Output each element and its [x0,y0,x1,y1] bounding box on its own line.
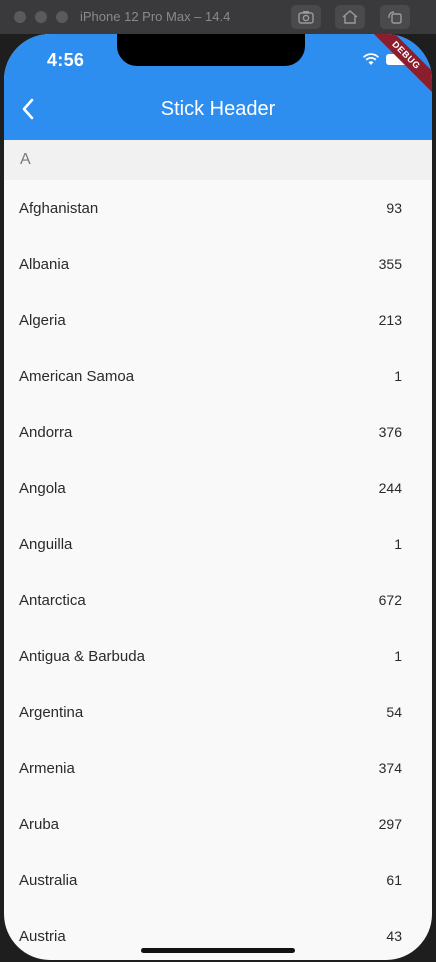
list-item[interactable]: Afghanistan 93 [4,180,432,236]
country-name: Afghanistan [19,200,99,217]
country-count: 376 [378,424,402,440]
list-item[interactable]: American Samoa 1 [4,348,432,404]
country-count: 374 [378,760,402,776]
list-item[interactable]: Anguilla 1 [4,516,432,572]
screenshot-button[interactable] [291,5,321,29]
country-count: 54 [386,704,402,720]
camera-icon [298,11,314,24]
country-count: 61 [386,872,402,888]
app-screen: 4:56 Stick Header DEBUG A Afghanistan 93… [4,34,432,960]
rotate-button[interactable] [380,5,410,29]
home-indicator[interactable] [141,948,295,953]
country-name: Australia [19,872,78,889]
wifi-icon [362,53,380,65]
list-item[interactable]: Andorra 376 [4,404,432,460]
country-name: Algeria [19,312,66,329]
list-item[interactable]: Albania 355 [4,236,432,292]
device-frame: 4:56 Stick Header DEBUG A Afghanistan 93… [4,34,432,960]
country-count: 297 [378,816,402,832]
minimize-window-button[interactable] [35,11,47,23]
country-count: 43 [386,928,402,944]
country-name: Aruba [19,816,60,833]
sticky-section-header: A [4,140,432,180]
country-list[interactable]: Afghanistan 93 Albania 355 Algeria 213 A… [4,180,432,960]
list-item[interactable]: Antigua & Barbuda 1 [4,628,432,684]
list-item[interactable]: Australia 61 [4,852,432,908]
home-button[interactable] [335,5,365,29]
country-name: Andorra [19,424,73,441]
country-count: 355 [378,256,402,272]
section-header-label: A [20,151,31,168]
country-name: Argentina [19,704,84,721]
country-name: Anguilla [19,536,73,553]
country-name: Armenia [19,760,75,777]
rotate-icon [388,11,402,24]
status-time: 4:56 [47,50,85,70]
country-name: Angola [19,480,66,497]
country-name: Antigua & Barbuda [19,648,145,665]
country-count: 213 [378,312,402,328]
country-name: Albania [19,256,70,273]
country-count: 1 [394,368,402,384]
list-item[interactable]: Angola 244 [4,460,432,516]
device-notch [117,34,305,66]
close-window-button[interactable] [14,11,26,23]
list-item[interactable]: Algeria 213 [4,292,432,348]
home-icon [342,10,358,24]
country-count: 244 [378,480,402,496]
country-count: 93 [386,200,402,216]
list-item[interactable]: Aruba 297 [4,796,432,852]
country-name: Antarctica [19,592,86,609]
country-count: 1 [394,536,402,552]
list-item[interactable]: Armenia 374 [4,740,432,796]
list-item[interactable]: Argentina 54 [4,684,432,740]
country-name: American Samoa [19,368,135,385]
simulator-title: iPhone 12 Pro Max – 14.4 [80,9,231,24]
simulator-toolbar: iPhone 12 Pro Max – 14.4 [0,0,436,34]
country-name: Austria [19,928,66,945]
zoom-window-button[interactable] [56,11,68,23]
country-count: 672 [378,592,402,608]
page-title: Stick Header [160,98,276,120]
country-count: 1 [394,648,402,664]
list-item[interactable]: Antarctica 672 [4,572,432,628]
